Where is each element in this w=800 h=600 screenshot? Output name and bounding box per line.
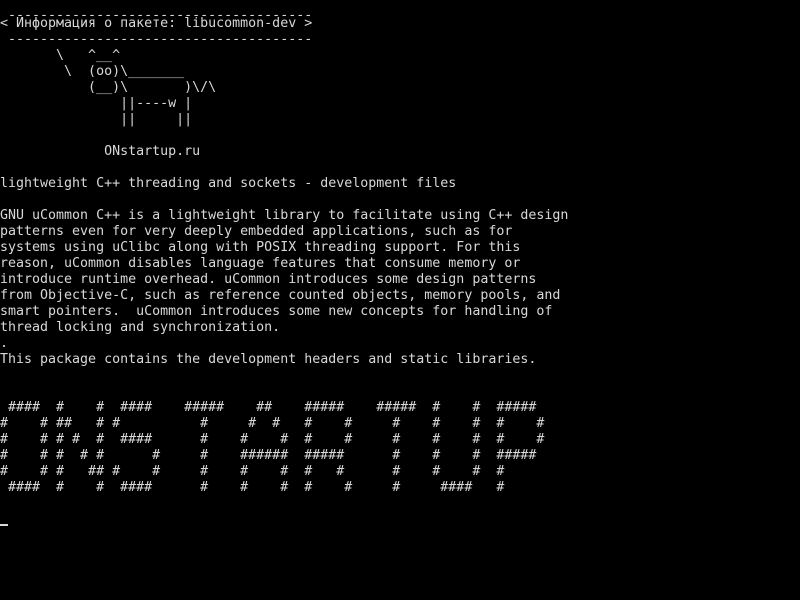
text-cursor (0, 524, 8, 526)
cowsay-art-line: \ (oo)\_______ (0, 64, 185, 79)
description-line: introduce runtime overhead. uCommon intr… (0, 272, 537, 287)
description-line: GNU uCommon C++ is a lightweight library… (0, 208, 569, 223)
description-line: systems using uClibc along with POSIX th… (0, 240, 521, 255)
ascii-banner-line: # # # ## # # # # # # # # # # # (0, 464, 505, 479)
cowsay-art-line: \ ^__^ (0, 48, 121, 63)
site-label: ONstartup.ru (0, 144, 201, 159)
banner-title: < Информация о пакете: libucommon-dev > (0, 16, 313, 31)
ascii-banner-line: # # # # # #### # # # # # # # # # # (0, 432, 545, 447)
description-separator: . (0, 336, 9, 351)
description-line: thread locking and synchronization. (0, 320, 281, 335)
terminal-screen[interactable]: -------------------------------------- <… (0, 0, 800, 600)
cowsay-art-line: || || (0, 112, 193, 127)
package-summary: lightweight C++ threading and sockets - … (0, 176, 457, 191)
ascii-banner-line: # # ## # # # # # # # # # # # # (0, 416, 545, 431)
banner-bottom-border: -------------------------------------- (0, 32, 313, 47)
description-line: patterns even for very deeply embedded a… (0, 224, 513, 239)
ascii-banner-line: #### # # #### ##### ## ##### ##### # # #… (0, 400, 537, 415)
description-line: from Objective-C, such as reference coun… (0, 288, 561, 303)
description-line: smart pointers. uCommon introduces some … (0, 304, 553, 319)
ascii-banner-line: # # # # # # # ###### ##### # # # ##### (0, 448, 537, 463)
ascii-banner-line: #### # # #### # # # # # # #### # (0, 480, 505, 495)
description-line: reason, uCommon disables language featur… (0, 256, 521, 271)
cowsay-art-line: (__)\ )\/\ (0, 80, 217, 95)
description-line: This package contains the development he… (0, 352, 537, 367)
cowsay-art-line: ||----w | (0, 96, 193, 111)
